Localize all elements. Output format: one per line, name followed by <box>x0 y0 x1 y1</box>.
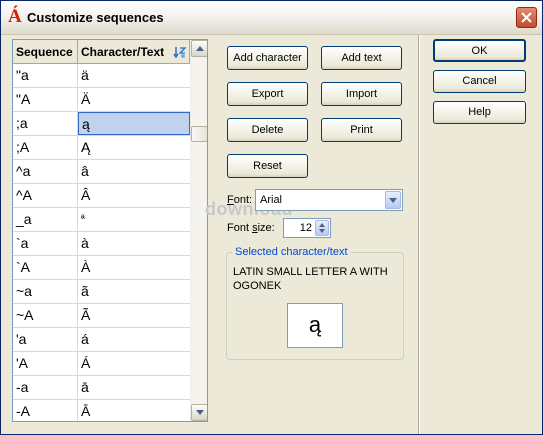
app-icon: Á <box>8 6 22 27</box>
table-row[interactable]: `A À <box>13 256 190 280</box>
table-row[interactable]: _a ª <box>13 208 190 232</box>
sort-icon[interactable] <box>173 45 187 59</box>
character-column-label: Character/Text <box>81 45 165 59</box>
sequence-cell[interactable]: `a <box>13 232 78 255</box>
character-cell[interactable]: ą <box>78 112 190 135</box>
sequence-cell[interactable]: "A <box>13 88 78 111</box>
font-select-value: Arial <box>260 194 283 206</box>
grid-header: Sequence Character/Text <box>13 40 190 64</box>
sequence-cell[interactable]: ~a <box>13 280 78 303</box>
sequence-cell[interactable]: _a <box>13 208 78 231</box>
scroll-thumb[interactable] <box>191 126 207 142</box>
table-row[interactable]: -A Ā <box>13 400 190 421</box>
grid-vertical-scrollbar[interactable] <box>190 40 207 421</box>
character-cell[interactable]: Á <box>78 352 190 375</box>
character-cell[interactable]: ä <box>78 64 190 87</box>
import-button[interactable]: Import <box>321 82 402 106</box>
sequence-column-header[interactable]: Sequence <box>13 40 78 64</box>
sequence-cell[interactable]: ^A <box>13 184 78 207</box>
character-cell[interactable]: À <box>78 256 190 279</box>
table-row[interactable]: "a ä <box>13 64 190 88</box>
title-bar[interactable]: Á Customize sequences <box>1 1 542 35</box>
table-row[interactable]: 'A Á <box>13 352 190 376</box>
font-size-label: Font size: <box>227 222 275 234</box>
delete-button[interactable]: Delete <box>227 118 308 142</box>
sequence-cell[interactable]: ^a <box>13 160 78 183</box>
character-cell[interactable]: Ã <box>78 304 190 327</box>
add-character-button[interactable]: Add character <box>227 46 308 70</box>
table-row[interactable]: ~A Ã <box>13 304 190 328</box>
character-cell[interactable]: ã <box>78 280 190 303</box>
scroll-up-button[interactable] <box>191 40 207 57</box>
character-cell[interactable]: Â <box>78 184 190 207</box>
customize-sequences-dialog: Á Customize sequences Sequence Character… <box>0 0 543 435</box>
character-cell[interactable]: Ä <box>78 88 190 111</box>
sequence-grid[interactable]: Sequence Character/Text "a ä "A Ä ;a ą ;A Ą ^a â ^… <box>12 39 208 422</box>
sequence-cell[interactable]: ~A <box>13 304 78 327</box>
table-row[interactable]: 'a á <box>13 328 190 352</box>
font-size-value: 12 <box>299 222 312 234</box>
table-row[interactable]: ^a â <box>13 160 190 184</box>
table-row[interactable]: ;A Ą <box>13 136 190 160</box>
cancel-button[interactable]: Cancel <box>433 70 526 93</box>
window-title: Customize sequences <box>27 10 164 25</box>
table-row[interactable]: `a à <box>13 232 190 256</box>
export-button[interactable]: Export <box>227 82 308 106</box>
close-button[interactable] <box>516 7 537 28</box>
sequence-cell[interactable]: 'A <box>13 352 78 375</box>
help-button[interactable]: Help <box>433 101 526 124</box>
add-text-button[interactable]: Add text <box>321 46 402 70</box>
reset-button[interactable]: Reset <box>227 154 308 178</box>
chevron-down-icon <box>389 198 397 203</box>
character-cell[interactable]: ā <box>78 376 190 399</box>
spin-arrows-icon <box>319 223 325 233</box>
character-cell[interactable]: à <box>78 232 190 255</box>
sequence-cell[interactable]: 'a <box>13 328 78 351</box>
character-cell[interactable]: â <box>78 160 190 183</box>
scroll-up-icon <box>196 46 204 51</box>
print-button[interactable]: Print <box>321 118 402 142</box>
character-cell[interactable]: Ą <box>78 136 190 159</box>
vertical-divider <box>418 35 420 434</box>
character-cell[interactable]: ª <box>78 208 190 231</box>
font-label: Font: <box>227 194 253 206</box>
sequence-cell[interactable]: -a <box>13 376 78 399</box>
font-size-stepper[interactable]: 12 <box>283 218 331 238</box>
sequence-cell[interactable]: ;A <box>13 136 78 159</box>
sequence-cell[interactable]: ;a <box>13 112 78 135</box>
scroll-down-icon <box>196 410 204 415</box>
sequence-cell[interactable]: -A <box>13 400 78 421</box>
character-cell[interactable]: á <box>78 328 190 351</box>
table-row[interactable]: ;a ą <box>13 112 190 136</box>
grid-rows: "a ä "A Ä ;a ą ;A Ą ^a â ^A Â _a ª `a à `A À ~a ã ~A Ã'a á 'A Á -… <box>13 64 190 421</box>
scroll-down-button[interactable] <box>191 404 207 421</box>
font-select[interactable]: Arial <box>255 189 403 211</box>
font-size-spin-buttons[interactable] <box>315 220 329 236</box>
sequence-cell[interactable]: `A <box>13 256 78 279</box>
selected-character-description: LATIN SMALL LETTER A WITH OGONEK <box>233 266 388 292</box>
close-icon <box>521 12 532 23</box>
table-row[interactable]: ~a ã <box>13 280 190 304</box>
selected-character-group-title: Selected character/text <box>232 246 351 258</box>
sequence-cell[interactable]: "a <box>13 64 78 87</box>
dialog-body: Sequence Character/Text "a ä "A Ä ;a ą ;A Ą ^a â ^… <box>1 35 542 434</box>
selected-character-preview: ą <box>287 303 343 348</box>
font-dropdown-button[interactable] <box>385 191 401 209</box>
ok-button[interactable]: OK <box>433 39 526 62</box>
character-cell[interactable]: Ā <box>78 400 190 421</box>
table-row[interactable]: "A Ä <box>13 88 190 112</box>
table-row[interactable]: ^A Â <box>13 184 190 208</box>
table-row[interactable]: -a ā <box>13 376 190 400</box>
